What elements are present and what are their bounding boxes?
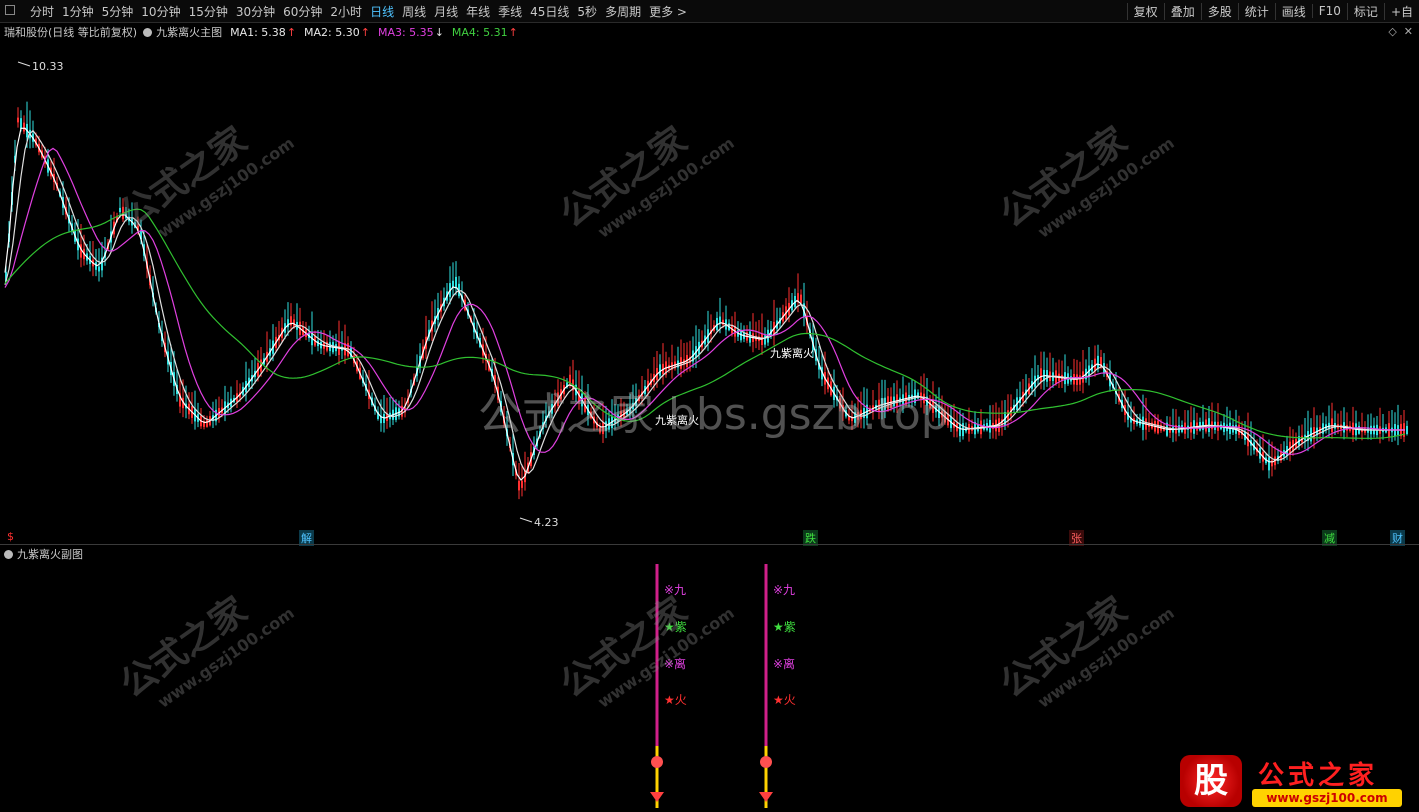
signal-char-fire: ★火 [664,693,687,707]
multi-stock-button[interactable]: 多股 [1200,2,1238,20]
candle-body [920,392,922,400]
pane-divider[interactable] [0,544,1419,545]
arrow-up-icon: ↑ [360,25,370,39]
tab-period[interactable]: 45日线 [526,3,573,20]
add-custom-button[interactable]: +自 [1383,2,1419,20]
signal-label: 九紫离火 [770,347,814,360]
ma-long-line [4,208,1406,439]
signal-char-nine: ※九 [773,583,796,597]
diamond-icon[interactable]: ◇ [1388,25,1396,38]
tab-period[interactable]: 30分钟 [232,3,279,20]
overlay-button[interactable]: 叠加 [1163,2,1201,20]
signal-char-fire: ★火 [773,693,796,707]
tab-period[interactable]: 分时 [26,3,58,20]
period-toolbar: 分时 1分钟 5分钟 10分钟 15分钟 30分钟 60分钟 2小时 日线 周线… [0,0,1419,23]
candle-body [599,427,601,433]
arrow-up-icon: ↑ [508,25,518,39]
ma1-value: MA1: 5.38↑ [230,25,297,39]
signal-char-nine: ※九 [664,583,687,597]
tab-period[interactable]: 1分钟 [58,3,98,20]
stock-title: 瑞和股份(日线 等比前复权) [4,26,138,39]
tab-period[interactable]: 季线 [494,3,526,20]
draw-line-button[interactable]: 画线 [1274,2,1312,20]
candle-body [1328,422,1330,429]
tab-period[interactable]: 5秒 [573,3,601,20]
tab-period[interactable]: 月线 [430,3,462,20]
candle-body [17,117,19,123]
indicator-info-bar: 瑞和股份(日线 等比前复权) 九紫离火主图 MA1: 5.38↑ MA2: 5.… [0,23,1419,41]
indicator-toggle-icon[interactable] [143,27,153,37]
logo-badge: 股 [1180,755,1242,807]
candle-body [518,480,520,491]
candle-body [20,118,22,129]
candle-body [602,421,604,435]
ma-mid-line [4,147,1405,455]
ma3-value: MA3: 5.35↓ [377,25,444,39]
candle-body [119,207,121,213]
tool-buttons: 复权 叠加 多股 统计 画线 F10 标记 +自 [1126,0,1419,22]
stats-button[interactable]: 统计 [1237,2,1275,20]
panel-toggle-icon[interactable] [5,5,15,15]
signal-char-purple: ★紫 [664,620,687,634]
ma4-value: MA4: 5.31↑ [451,25,518,39]
main-indicator-name[interactable]: 九紫离火主图 [156,24,222,40]
candle-body [452,280,454,288]
candle-body [1097,355,1099,369]
mark-button[interactable]: 标记 [1346,2,1384,20]
site-logo: 股 公式之家 www.gszj100.com [1180,755,1419,812]
candle-body [800,294,802,303]
candle-body [659,364,661,376]
tab-period[interactable]: 2小时 [326,3,366,20]
tab-period[interactable]: 多周期 [601,3,645,20]
panel-controls: ◇ ✕ [1388,25,1413,38]
tab-period[interactable]: 15分钟 [185,3,232,20]
candle-body [1406,425,1408,435]
high-price-label: 10.33 [32,60,64,73]
ma2-value: MA2: 5.30↑ [304,25,370,39]
event-marker[interactable]: $ [7,530,14,543]
fuquan-button[interactable]: 复权 [1126,2,1164,20]
candle-body [1268,457,1270,471]
high-pointer [17,61,31,67]
candle-body [1079,375,1081,385]
candlestick-chart[interactable] [0,42,1419,544]
tab-period[interactable]: 年线 [462,3,494,20]
arrow-down-icon: ↓ [434,25,444,39]
signal-char-li: ※离 [773,657,796,671]
signal-char-li: ※离 [664,657,687,671]
tab-period[interactable]: 5分钟 [98,3,138,20]
tab-period[interactable]: 10分钟 [137,3,184,20]
more-button[interactable]: 更多 > [645,3,691,20]
candle-body [1040,368,1042,382]
low-price-label: 4.23 [534,516,559,529]
period-tabs: 分时 1分钟 5分钟 10分钟 15分钟 30分钟 60分钟 2小时 日线 周线… [26,0,691,22]
tab-period[interactable]: 周线 [398,3,430,20]
low-pointer [519,517,533,523]
candle-body [206,419,208,427]
tab-period[interactable]: 60分钟 [279,3,326,20]
candles [5,101,1408,500]
arrow-up-icon: ↑ [286,25,297,39]
close-icon[interactable]: ✕ [1404,25,1413,38]
candle-body [23,122,25,132]
candle-body [521,480,523,488]
logo-url: www.gszj100.com [1252,789,1402,807]
f10-button[interactable]: F10 [1311,4,1347,18]
signal-label: 九紫离火 [655,414,699,427]
logo-name: 公式之家 [1258,761,1379,791]
candle-body [98,266,100,272]
tab-period-active[interactable]: 日线 [366,3,398,20]
candle-body [959,423,961,437]
candle-body [455,276,457,289]
signal-char-purple: ★紫 [773,620,796,634]
